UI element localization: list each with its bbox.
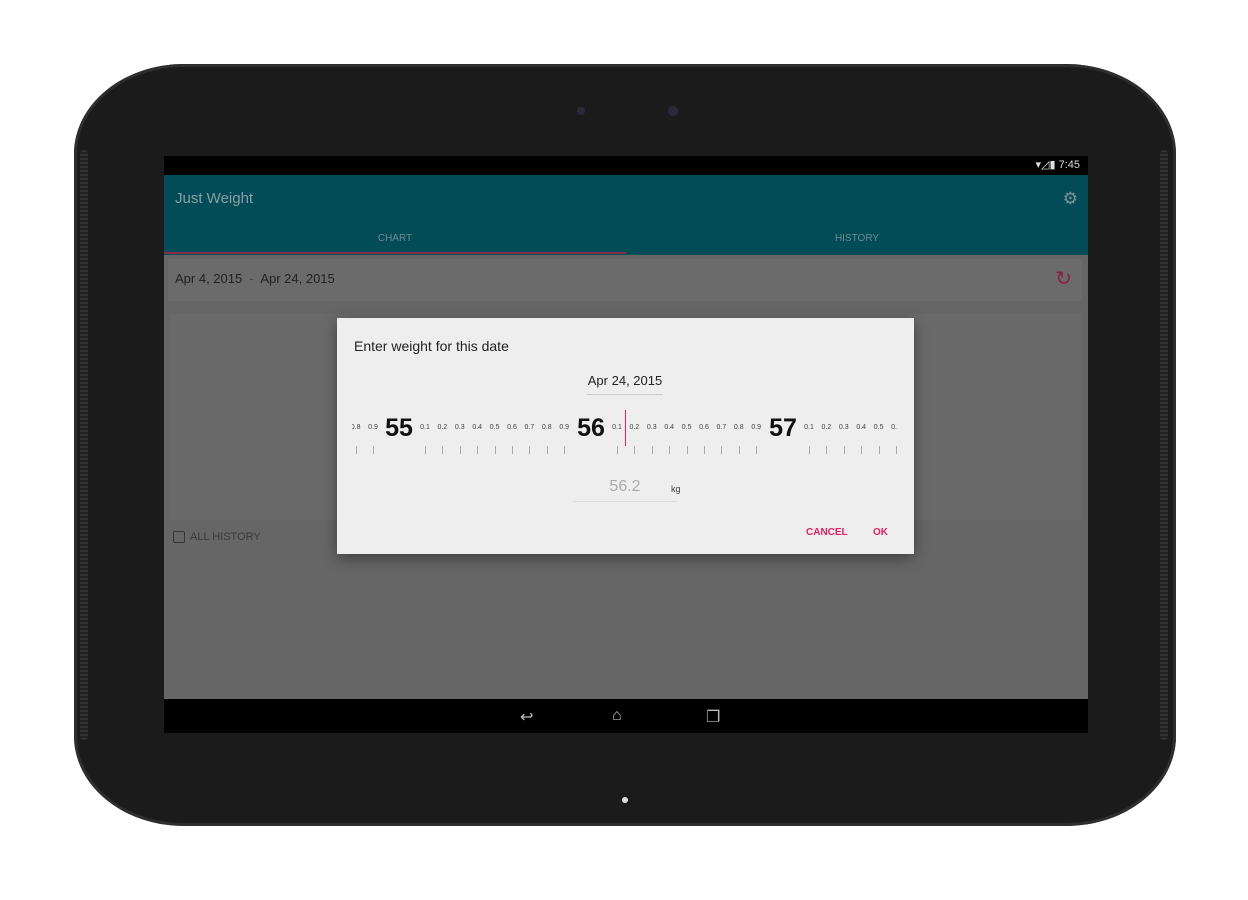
ok-button[interactable]: OK — [873, 527, 888, 538]
refresh-icon[interactable]: ↻ — [1055, 259, 1072, 299]
app-toolbar: Just Weight ⚙ CHART HISTORY — [164, 175, 1088, 255]
end-date[interactable]: Apr 24, 2015 — [260, 271, 334, 286]
camera-icon — [668, 106, 678, 116]
ruler-tick — [878, 446, 880, 454]
ruler-minor-label: 0.8 — [352, 424, 361, 431]
ruler-tick — [721, 446, 723, 454]
ruler-minor-label: 0.6 — [699, 424, 709, 431]
ruler-minor-label: 0.9 — [368, 424, 378, 431]
ruler-indicator — [625, 410, 626, 446]
ruler-tick — [756, 446, 758, 454]
ruler-minor-label: 0.4 — [472, 424, 483, 431]
ruler-minor-label: 0.3 — [454, 424, 465, 431]
ruler-minor-label: 0.2 — [629, 424, 640, 431]
ruler-minor-label: 0.5 — [873, 424, 884, 431]
dialog-date[interactable]: Apr 24, 2015 — [587, 373, 663, 395]
tab-indicator — [164, 252, 626, 254]
ruler-minor-label: 0.5 — [681, 424, 692, 431]
ruler-minor-label: 0.4 — [856, 424, 867, 431]
clock: 7:45 — [1058, 159, 1080, 171]
ruler-tick — [442, 446, 444, 454]
ruler-tick — [355, 446, 357, 454]
ruler-tick — [843, 446, 845, 454]
unit-label: kg — [671, 484, 681, 494]
ruler-minor-label: 0.2 — [821, 424, 832, 431]
start-date[interactable]: Apr 4, 2015 — [175, 271, 242, 286]
ruler-tick — [373, 446, 374, 454]
weight-dialog: Enter weight for this date Apr 24, 2015 … — [337, 318, 914, 554]
led-icon — [622, 797, 628, 803]
speaker-right — [1160, 150, 1168, 740]
ruler-minor-label: 0.8 — [733, 424, 744, 431]
ruler-tick — [459, 446, 461, 454]
date-separator: - — [249, 271, 254, 286]
ruler-tick — [564, 446, 566, 454]
cancel-button[interactable]: CANCEL — [806, 527, 848, 538]
date-range: Apr 4, 2015 - Apr 24, 2015 ↻ — [168, 259, 1082, 301]
recents-icon[interactable]: ❐ — [706, 707, 720, 727]
ruler-minor-label: 0.3 — [646, 424, 657, 431]
ruler-tick — [651, 446, 653, 454]
ruler-tick — [896, 446, 897, 454]
ruler-minor-label: 0.7 — [716, 424, 727, 431]
ruler-major-label: 57 — [769, 414, 797, 442]
ruler-major-label: 55 — [385, 414, 413, 442]
ruler-minor-label: 0.9 — [559, 424, 570, 431]
ruler-minor-label: 0.2 — [437, 424, 448, 431]
ruler-minor-label: 0.6 — [891, 424, 897, 431]
nav-bar: ↩ ⌂ ❐ — [164, 699, 1088, 733]
sensor-icon — [577, 107, 585, 115]
ruler-tick — [546, 446, 548, 454]
checkbox-icon[interactable] — [173, 531, 185, 543]
ruler-tick — [704, 446, 705, 454]
ruler-tick — [669, 446, 671, 454]
wifi-icon: ▾◿▮ — [1035, 159, 1059, 171]
ruler-minor-label: 0.8 — [541, 424, 552, 431]
ruler-tick — [477, 446, 479, 454]
ruler-minor-label: 0.6 — [507, 424, 517, 431]
app-title: Just Weight — [175, 190, 254, 207]
speaker-left — [80, 150, 88, 740]
gear-icon[interactable]: ⚙ — [1063, 189, 1078, 209]
back-icon[interactable]: ↩ — [520, 707, 533, 727]
ruler-minor-label: 0.1 — [612, 424, 622, 431]
ruler-minor-label: 0.3 — [838, 424, 849, 431]
ruler-minor-label: 0.9 — [751, 424, 762, 431]
ruler-tick — [686, 446, 688, 454]
ruler-minor-label: 0.5 — [489, 424, 500, 431]
ruler-minor-label: 0.1 — [804, 424, 814, 431]
ruler-tick — [512, 446, 513, 454]
ruler-tick — [861, 446, 863, 454]
ruler-tick — [738, 446, 740, 454]
tab-history[interactable]: HISTORY — [626, 233, 1088, 244]
ruler-tick — [425, 446, 426, 454]
weight-input[interactable]: 56.2 — [573, 478, 677, 502]
ruler-major-label: 56 — [577, 414, 605, 442]
tab-chart[interactable]: CHART — [164, 233, 626, 244]
ruler-tick — [529, 446, 531, 454]
dialog-title: Enter weight for this date — [354, 338, 509, 354]
ruler-minor-label: 0.4 — [664, 424, 675, 431]
ruler-tick — [826, 446, 828, 454]
ruler-tick — [617, 446, 618, 454]
ruler-tick — [634, 446, 636, 454]
home-icon[interactable]: ⌂ — [612, 707, 622, 725]
all-history-checkbox[interactable]: ALL HISTORY — [173, 531, 261, 543]
ruler-minor-label: 0.7 — [524, 424, 535, 431]
ruler-tick — [494, 446, 496, 454]
status-bar: ▾◿▮ 7:45 — [164, 156, 1088, 175]
ruler-minor-label: 0.1 — [420, 424, 430, 431]
ruler-tick — [809, 446, 810, 454]
all-history-label: ALL HISTORY — [190, 531, 261, 543]
